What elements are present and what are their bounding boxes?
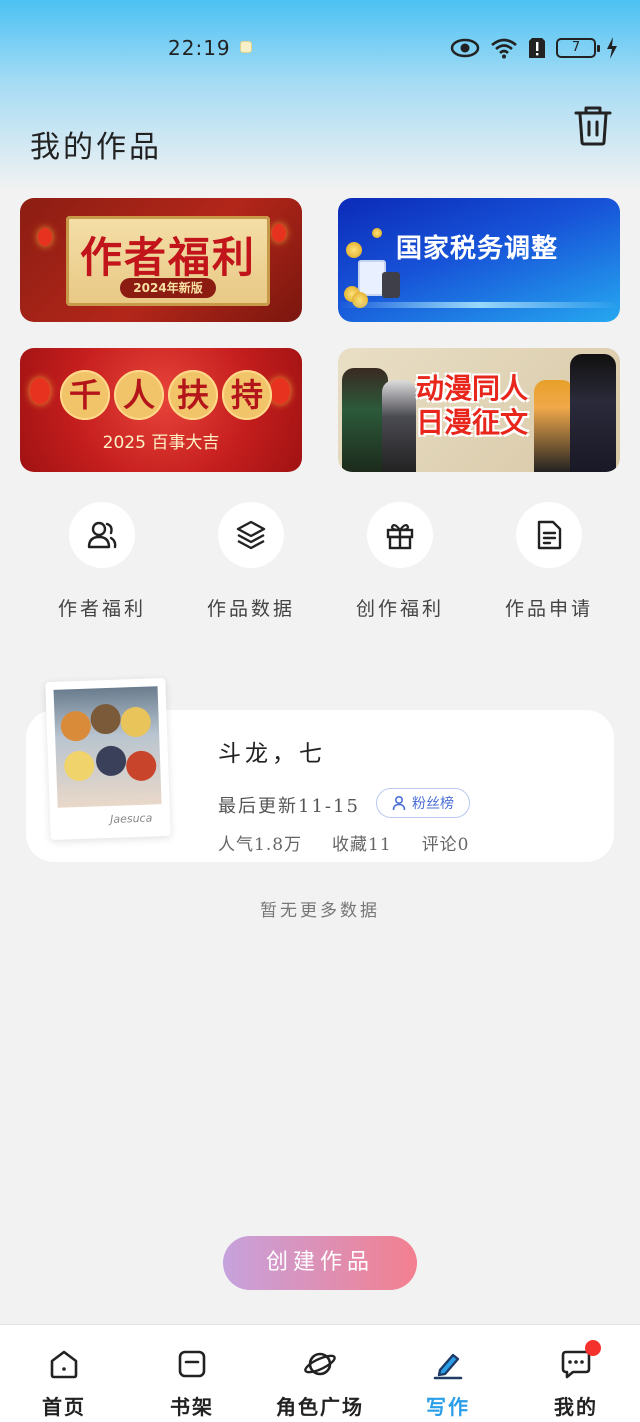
banner-title-char: 人	[114, 370, 164, 420]
nav-mine[interactable]: 我的	[512, 1325, 640, 1422]
page-title: 我的作品	[30, 130, 162, 165]
quick-action-label: 作品数据	[206, 598, 295, 620]
fans-badge-label: 粉丝榜	[412, 796, 454, 812]
nav-label: 写作	[426, 1395, 470, 1419]
banner-title: 千 人 扶 持	[60, 370, 272, 420]
work-title[interactable]: 斗龙，七	[218, 734, 326, 768]
quick-action-label: 作品申请	[504, 598, 593, 620]
quick-action-creation-benefits[interactable]: 创作福利	[335, 502, 465, 624]
banner-title-line: 动漫同人	[416, 372, 529, 405]
last-update: 最后更新11-15	[218, 796, 360, 817]
pen-icon	[433, 1353, 463, 1380]
favorites-stat: 收藏11	[332, 835, 392, 855]
banner-support-program[interactable]: 千 人 扶 持 2025 百事大吉	[20, 348, 302, 472]
banner-author-benefits[interactable]: 作者福利 2024年新版	[20, 198, 302, 322]
layers-icon	[236, 520, 266, 550]
bottom-navigation: 首页 书架 角色广场 写作 我的	[0, 1324, 640, 1422]
cover-signature: Jaesuca	[109, 811, 153, 826]
banner-title: 作者福利	[79, 233, 256, 282]
document-icon	[537, 520, 562, 550]
character-illustration	[570, 354, 616, 472]
quick-action-label: 作者福利	[57, 598, 146, 620]
character-illustration	[382, 380, 416, 472]
status-bar: 22:19 7	[0, 28, 640, 68]
banner-tax-adjustment[interactable]: 国家税务调整	[338, 198, 620, 322]
lantern-decoration	[38, 228, 52, 246]
wifi-icon	[491, 38, 517, 59]
banner-title: 国家税务调整	[396, 234, 559, 264]
popularity-stat: 人气1.8万	[218, 835, 303, 855]
work-cover[interactable]: Jaesuca	[45, 677, 171, 841]
nav-character-plaza[interactable]: 角色广场	[256, 1325, 384, 1422]
comments-stat: 评论0	[421, 835, 470, 855]
banner-title-char: 扶	[168, 370, 218, 420]
home-icon	[50, 1350, 78, 1379]
quick-action-author-benefits[interactable]: 作者福利	[37, 502, 167, 624]
quick-action-label: 创作福利	[355, 598, 444, 620]
banner-subtitle: 2024年新版	[120, 278, 216, 298]
glow-decoration	[338, 302, 620, 308]
eye-icon	[450, 38, 480, 58]
banner-title-char: 千	[60, 370, 110, 420]
trash-icon	[574, 106, 612, 146]
nav-label: 首页	[42, 1395, 86, 1419]
banner-title: 动漫同人 日漫征文	[416, 372, 528, 440]
nav-writing[interactable]: 写作	[384, 1325, 512, 1422]
nav-home[interactable]: 首页	[0, 1325, 128, 1422]
bookshelf-icon	[178, 1350, 206, 1378]
empty-hint: 暂无更多数据	[260, 901, 380, 921]
delete-button[interactable]	[572, 104, 614, 148]
work-stats: 人气1.8万 收藏11 评论0	[218, 830, 470, 855]
users-icon	[87, 521, 117, 549]
sim-alert-icon	[529, 38, 545, 58]
lantern-decoration	[270, 378, 290, 404]
planet-icon	[304, 1352, 336, 1376]
status-time: 22:19	[168, 36, 231, 60]
create-work-button[interactable]: 创建作品	[223, 1236, 417, 1290]
battery-indicator: 7	[556, 38, 600, 58]
lantern-decoration	[30, 378, 50, 404]
gift-icon	[386, 523, 414, 550]
nav-bookshelf[interactable]: 书架	[128, 1325, 256, 1422]
lantern-decoration	[272, 224, 286, 242]
banner-anime-contest[interactable]: 动漫同人 日漫征文	[338, 348, 620, 472]
notification-icon	[240, 41, 252, 53]
coin-decoration	[372, 228, 382, 238]
quick-action-work-application[interactable]: 作品申请	[484, 502, 614, 624]
user-icon	[392, 795, 406, 811]
nav-label: 我的	[554, 1395, 598, 1419]
banner-subtitle: 2025 百事大吉	[102, 433, 220, 453]
banner-title-line: 日漫征文	[416, 406, 529, 439]
notification-badge	[585, 1340, 601, 1356]
charging-icon	[607, 37, 617, 59]
nav-label: 书架	[170, 1395, 214, 1419]
character-illustration	[534, 380, 574, 472]
nav-label: 角色广场	[276, 1395, 364, 1419]
calculator-illustration	[382, 272, 400, 298]
cover-illustration	[53, 686, 162, 808]
fans-ranking-button[interactable]: 粉丝榜	[376, 788, 470, 818]
coin-decoration	[346, 242, 362, 258]
quick-action-work-data[interactable]: 作品数据	[186, 502, 316, 624]
banner-title-char: 持	[222, 370, 272, 420]
scroll-decoration: 作者福利 2024年新版	[66, 216, 270, 306]
